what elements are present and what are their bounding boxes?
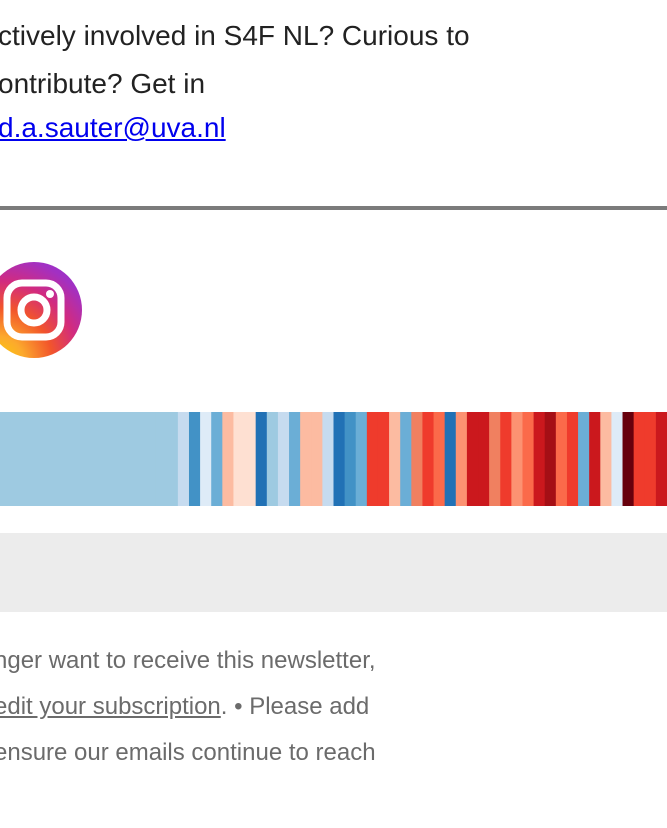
stripe: [522, 412, 535, 506]
stripe: [155, 412, 168, 506]
instagram-link[interactable]: [0, 262, 82, 358]
stripe: [166, 412, 179, 506]
stripe: [478, 412, 490, 506]
stripe: [222, 412, 235, 506]
footer-line-2: edit your subscription. • Please add: [0, 692, 369, 722]
stripe: [77, 412, 90, 506]
intro-line-1: ctively involved in S4F NL? Curious to: [0, 20, 470, 51]
stripe: [55, 412, 68, 506]
stripe: [88, 412, 101, 506]
stripe: [322, 412, 335, 506]
section-divider: [0, 206, 667, 210]
warming-stripes-banner: [0, 412, 667, 506]
instagram-icon: [3, 279, 65, 341]
stripe: [344, 412, 357, 506]
stripe: [233, 412, 246, 506]
stripe: [389, 412, 401, 506]
intro-line-2: ontribute? Get in: [0, 68, 206, 99]
stripe: [566, 412, 579, 506]
stripe: [633, 412, 646, 506]
stripe: [544, 412, 557, 506]
footer-line-3: ensure our emails continue to reach: [0, 739, 376, 766]
stripe: [433, 412, 446, 506]
stripe: [211, 412, 223, 506]
stripe: [611, 412, 624, 506]
stripe: [377, 412, 390, 506]
stripe: [200, 412, 212, 506]
stripe: [122, 412, 134, 506]
footer-text: nger want to receive this newsletter, ed…: [0, 640, 667, 828]
stripe: [66, 412, 79, 506]
stripe: [289, 412, 301, 506]
stripe: [255, 412, 268, 506]
footer-band: [0, 533, 667, 612]
stripe: [555, 412, 568, 506]
stripe: [22, 412, 34, 506]
stripe: [244, 412, 257, 506]
stripe: [333, 412, 346, 506]
footer-line-2-rest: . • Please add: [220, 693, 370, 720]
stripe: [466, 412, 479, 506]
stripe: [33, 412, 46, 506]
edit-subscription-link[interactable]: edit your subscription: [0, 693, 221, 720]
stripe: [111, 412, 123, 506]
stripe: [444, 412, 457, 506]
stripe: [366, 412, 379, 506]
stripe: [144, 412, 157, 506]
stripe: [422, 412, 435, 506]
footer-line-1: nger want to receive this newsletter,: [0, 647, 376, 674]
stripe: [655, 412, 667, 506]
stripe: [355, 412, 368, 506]
intro-line-3: d.a.sauter@uva.nl: [0, 110, 226, 146]
stripe: [133, 412, 146, 506]
stripe: [0, 412, 12, 506]
stripe: [600, 412, 613, 506]
stripe: [644, 412, 657, 506]
stripe: [188, 412, 201, 506]
stripe: [300, 412, 312, 506]
stripe: [100, 412, 112, 506]
stripe: [311, 412, 323, 506]
stripe: [266, 412, 279, 506]
stripe: [589, 412, 601, 506]
stripe: [277, 412, 290, 506]
stripe: [44, 412, 57, 506]
stripe: [500, 412, 512, 506]
stripe: [489, 412, 501, 506]
stripe: [622, 412, 635, 506]
stripe: [455, 412, 468, 506]
stripe: [411, 412, 424, 506]
stripe: [578, 412, 590, 506]
email-link[interactable]: d.a.sauter@uva.nl: [0, 112, 226, 143]
stripe: [177, 412, 190, 506]
stripe: [400, 412, 412, 506]
stripe: [511, 412, 524, 506]
intro-text: ctively involved in S4F NL? Curious to o…: [0, 0, 667, 200]
stripe: [11, 412, 23, 506]
stripe: [533, 412, 546, 506]
